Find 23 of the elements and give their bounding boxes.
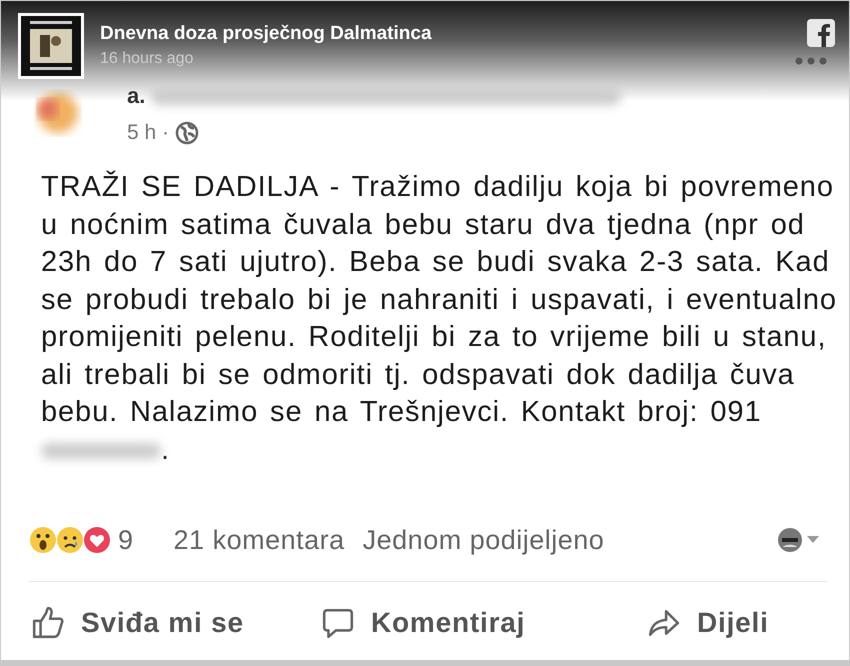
love-reaction-icon[interactable] [83,526,111,554]
more-options-icon[interactable] [795,57,827,65]
avatar-icon [777,527,803,553]
post-as-selector[interactable] [777,527,819,553]
page-logo-icon[interactable] [18,13,84,79]
wow-reaction-icon[interactable] [29,526,57,554]
post-text: TRAŽI SE DADILJA - Tražimo dadilju koja bi povremeno u noćnim satima čuvala bebu staru dva tjedna (npr od 23h do 7 sati ujutro). Beba se budi svaka 2-3 sata. Kad se probudi trebalo bi je nahraniti i uspavati, i eventualno promijeniti pelenu. Roditelji bi za to vrijeme bili u stanu, ali trebali bi se odmoriti tj. odspavati dok dadilja čuva bebu. Nalazimo se na Trešnjevci. Kontakt broj: 091 . [40,170,838,468]
share-count[interactable]: Jednom podijeljeno [362,524,604,556]
thumbs-up-icon [31,606,65,640]
caret-icon [807,536,819,544]
globe-icon [175,121,200,145]
sad-reaction-icon[interactable] [56,526,84,554]
like-button[interactable]: Sviđa mi se [31,606,321,640]
post-time: 16 hours ago [100,50,194,68]
page-name[interactable]: Dnevna doza prosječnog Dalmatinca [100,23,432,45]
speech-bubble-icon [321,606,355,640]
post-age: 5 h · [127,121,170,145]
author-name[interactable]: a. [127,83,146,109]
comment-count[interactable]: 21 komentara [174,524,345,556]
reaction-count[interactable]: 9 [118,524,134,556]
comment-button[interactable]: Komentiraj [321,606,647,640]
facebook-logo-icon[interactable] [807,19,835,47]
share-button[interactable]: Dijeli [647,606,769,640]
